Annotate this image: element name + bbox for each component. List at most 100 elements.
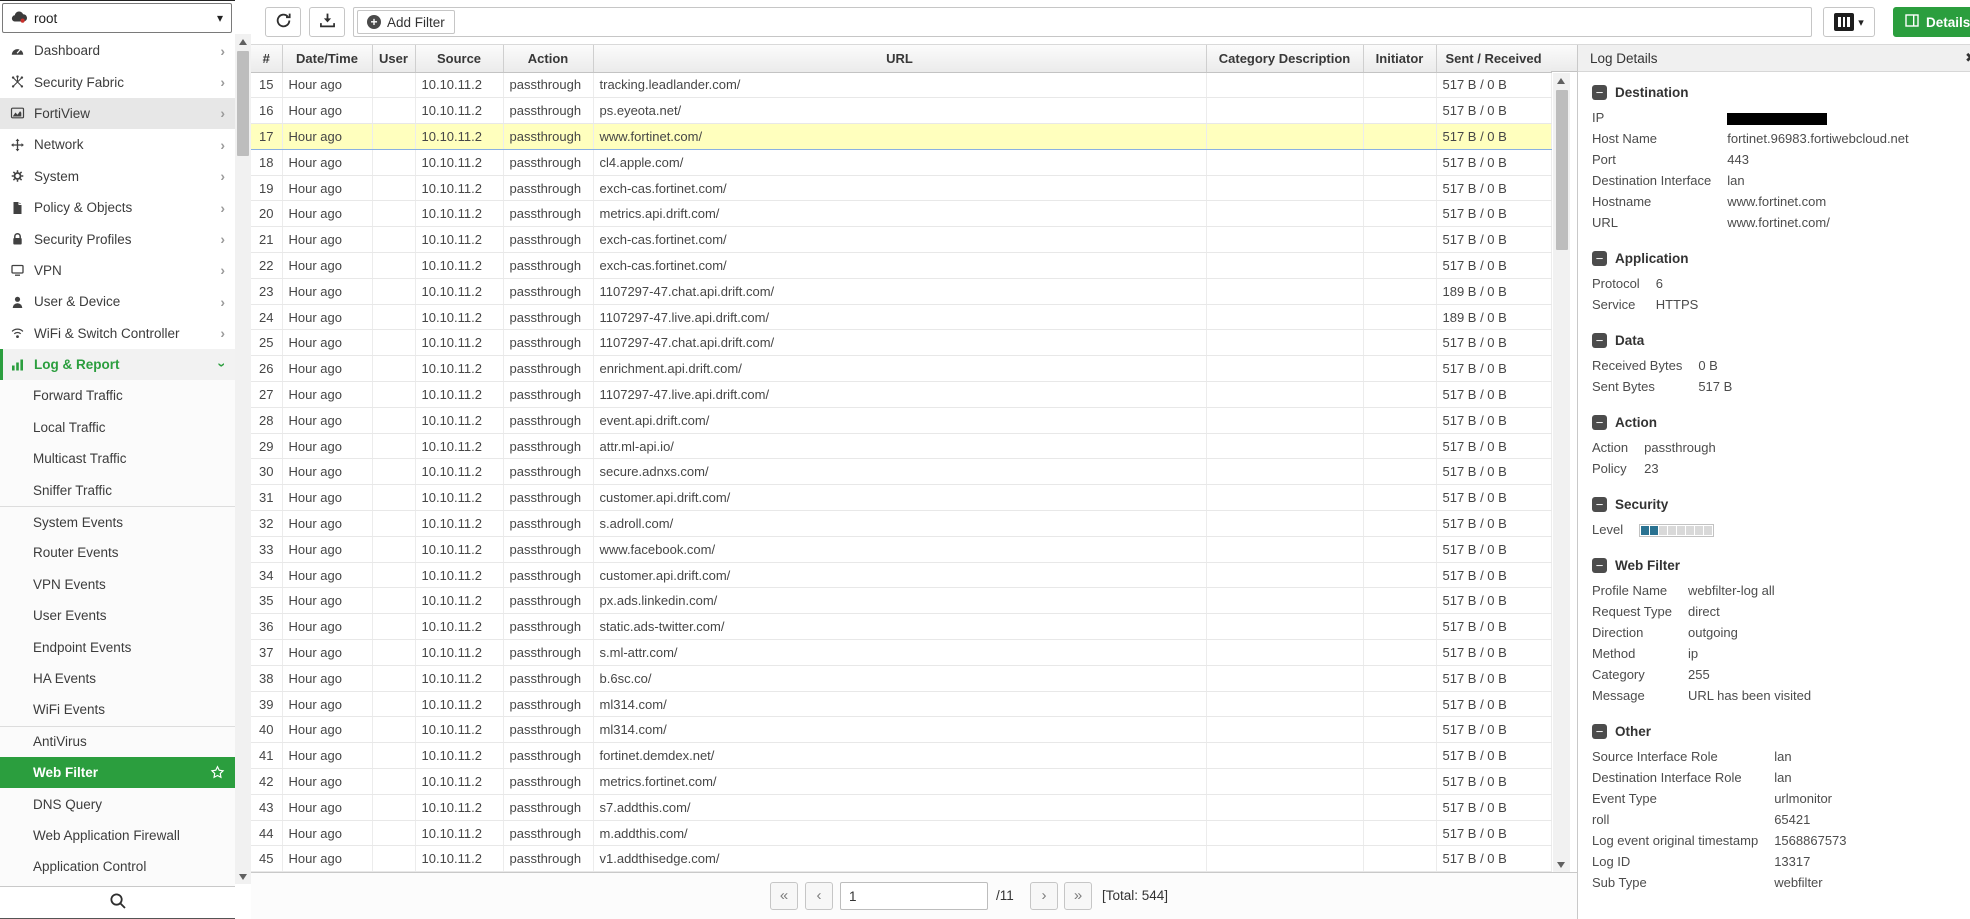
close-icon[interactable]: ✖ bbox=[1965, 50, 1970, 66]
cell-source: 10.10.11.2 bbox=[415, 691, 503, 717]
last-page-button[interactable]: » bbox=[1064, 882, 1092, 910]
column-header-action[interactable]: Action bbox=[503, 45, 593, 72]
next-page-button[interactable]: › bbox=[1030, 882, 1058, 910]
sidebar-item-policy-objects[interactable]: Policy & Objects› bbox=[0, 192, 235, 223]
sidebar-item-vpn[interactable]: VPN› bbox=[0, 255, 235, 286]
sidebar-item-user-device[interactable]: User & Device› bbox=[0, 286, 235, 317]
column-header-url[interactable]: URL bbox=[593, 45, 1206, 72]
sidebar-item-system-events[interactable]: System Events bbox=[0, 506, 235, 537]
refresh-button[interactable] bbox=[265, 7, 301, 37]
scroll-down-arrow[interactable] bbox=[1553, 857, 1569, 872]
sidebar-item-application-control[interactable]: Application Control bbox=[0, 851, 235, 882]
sidebar-item-network[interactable]: Network› bbox=[0, 129, 235, 160]
sidebar-scrollbar[interactable] bbox=[235, 34, 251, 884]
table-row[interactable]: 23Hour ago10.10.11.2passthrough1107297-4… bbox=[251, 278, 1551, 304]
table-scrollbar[interactable] bbox=[1553, 73, 1570, 872]
table-row[interactable]: 38Hour ago10.10.11.2passthroughb.6sc.co/… bbox=[251, 665, 1551, 691]
first-page-button[interactable]: « bbox=[770, 882, 798, 910]
table-row[interactable]: 20Hour ago10.10.11.2passthroughmetrics.a… bbox=[251, 201, 1551, 227]
table-row[interactable]: 35Hour ago10.10.11.2passthroughpx.ads.li… bbox=[251, 588, 1551, 614]
sidebar-item-endpoint-events[interactable]: Endpoint Events bbox=[0, 631, 235, 662]
column-header-user[interactable]: User bbox=[372, 45, 415, 72]
vdom-selector[interactable]: root ▾ bbox=[2, 3, 232, 33]
table-row[interactable]: 30Hour ago10.10.11.2passthroughsecure.ad… bbox=[251, 459, 1551, 485]
table-row[interactable]: 39Hour ago10.10.11.2passthroughml314.com… bbox=[251, 691, 1551, 717]
add-filter-button[interactable]: + Add Filter bbox=[357, 10, 455, 34]
details-button[interactable]: Details bbox=[1893, 7, 1970, 37]
table-row[interactable]: 16Hour ago10.10.11.2passthroughps.eyeota… bbox=[251, 98, 1551, 124]
sidebar-item-fortiview[interactable]: FortiView› bbox=[0, 98, 235, 129]
column-header-initiator[interactable]: Initiator bbox=[1363, 45, 1436, 72]
column-header-date-time[interactable]: Date/Time bbox=[282, 45, 372, 72]
cell-sent-received: 517 B / 0 B bbox=[1436, 846, 1551, 872]
table-row-selected[interactable]: 17Hour ago10.10.11.2passthroughwww.forti… bbox=[251, 124, 1551, 150]
collapse-icon[interactable]: − bbox=[1592, 724, 1607, 739]
sidebar-item-antivirus[interactable]: AntiVirus bbox=[0, 726, 235, 757]
page-input[interactable] bbox=[840, 882, 988, 910]
sidebar-item-ha-events[interactable]: HA Events bbox=[0, 663, 235, 694]
sidebar-item-sniffer-traffic[interactable]: Sniffer Traffic bbox=[0, 474, 235, 505]
sidebar-search[interactable] bbox=[0, 886, 235, 919]
collapse-icon[interactable]: − bbox=[1592, 251, 1607, 266]
sidebar-item-dashboard[interactable]: Dashboard› bbox=[0, 35, 235, 66]
table-row[interactable]: 44Hour ago10.10.11.2passthroughm.addthis… bbox=[251, 820, 1551, 846]
prev-page-button[interactable]: ‹ bbox=[805, 882, 833, 910]
table-row[interactable]: 41Hour ago10.10.11.2passthroughfortinet.… bbox=[251, 743, 1551, 769]
star-icon[interactable] bbox=[210, 765, 225, 780]
column-header-source[interactable]: Source bbox=[415, 45, 503, 72]
scroll-up-arrow[interactable] bbox=[235, 34, 251, 49]
table-row[interactable]: 21Hour ago10.10.11.2passthroughexch-cas.… bbox=[251, 227, 1551, 253]
column-header-[interactable]: # bbox=[251, 45, 282, 72]
collapse-icon[interactable]: − bbox=[1592, 497, 1607, 512]
table-row[interactable]: 42Hour ago10.10.11.2passthroughmetrics.f… bbox=[251, 769, 1551, 795]
sidebar-item-security-profiles[interactable]: Security Profiles› bbox=[0, 223, 235, 254]
collapse-icon[interactable]: − bbox=[1592, 415, 1607, 430]
table-row[interactable]: 26Hour ago10.10.11.2passthroughenrichmen… bbox=[251, 356, 1551, 382]
scroll-thumb[interactable] bbox=[237, 51, 249, 156]
sidebar-item-wifi-events[interactable]: WiFi Events bbox=[0, 694, 235, 725]
table-row[interactable]: 34Hour ago10.10.11.2passthroughcustomer.… bbox=[251, 562, 1551, 588]
table-row[interactable]: 27Hour ago10.10.11.2passthrough1107297-4… bbox=[251, 382, 1551, 408]
sidebar-item-forward-traffic[interactable]: Forward Traffic bbox=[0, 380, 235, 411]
table-row[interactable]: 18Hour ago10.10.11.2passthroughcl4.apple… bbox=[251, 149, 1551, 175]
table-row[interactable]: 33Hour ago10.10.11.2passthroughwww.faceb… bbox=[251, 536, 1551, 562]
sidebar-item-user-events[interactable]: User Events bbox=[0, 600, 235, 631]
sidebar-item-local-traffic[interactable]: Local Traffic bbox=[0, 412, 235, 443]
table-row[interactable]: 40Hour ago10.10.11.2passthroughml314.com… bbox=[251, 717, 1551, 743]
collapse-icon[interactable]: − bbox=[1592, 85, 1607, 100]
sidebar-item-multicast-traffic[interactable]: Multicast Traffic bbox=[0, 443, 235, 474]
table-row[interactable]: 19Hour ago10.10.11.2passthroughexch-cas.… bbox=[251, 175, 1551, 201]
sidebar-item-router-events[interactable]: Router Events bbox=[0, 537, 235, 568]
table-row[interactable]: 24Hour ago10.10.11.2passthrough1107297-4… bbox=[251, 304, 1551, 330]
sidebar-item-system[interactable]: System› bbox=[0, 161, 235, 192]
table-row[interactable]: 45Hour ago10.10.11.2passthroughv1.addthi… bbox=[251, 846, 1551, 872]
table-row[interactable]: 25Hour ago10.10.11.2passthrough1107297-4… bbox=[251, 330, 1551, 356]
collapse-icon[interactable]: − bbox=[1592, 333, 1607, 348]
sidebar-item-web-application-firewall[interactable]: Web Application Firewall bbox=[0, 820, 235, 851]
table-row[interactable]: 29Hour ago10.10.11.2passthroughattr.ml-a… bbox=[251, 433, 1551, 459]
sidebar-item-security-fabric[interactable]: Security Fabric› bbox=[0, 66, 235, 97]
scroll-thumb[interactable] bbox=[1556, 90, 1568, 250]
sidebar-item-log-report[interactable]: Log & Report› bbox=[0, 349, 235, 380]
table-row[interactable]: 22Hour ago10.10.11.2passthroughexch-cas.… bbox=[251, 253, 1551, 279]
scroll-down-arrow[interactable] bbox=[235, 869, 251, 884]
sidebar-item-vpn-events[interactable]: VPN Events bbox=[0, 569, 235, 600]
download-button[interactable] bbox=[309, 7, 345, 37]
filter-bar[interactable]: + Add Filter bbox=[353, 7, 1812, 37]
column-settings-button[interactable]: ▾ bbox=[1823, 7, 1875, 37]
sidebar-item-web-filter[interactable]: Web Filter bbox=[0, 757, 235, 788]
table-row[interactable]: 32Hour ago10.10.11.2passthroughs.adroll.… bbox=[251, 511, 1551, 537]
table-row[interactable]: 37Hour ago10.10.11.2passthroughs.ml-attr… bbox=[251, 640, 1551, 666]
scroll-up-arrow[interactable] bbox=[1553, 73, 1569, 88]
collapse-icon[interactable]: − bbox=[1592, 558, 1607, 573]
column-header-category-description[interactable]: Category Description bbox=[1206, 45, 1363, 72]
table-row[interactable]: 31Hour ago10.10.11.2passthroughcustomer.… bbox=[251, 485, 1551, 511]
sidebar-item-wifi-switch-controller[interactable]: WiFi & Switch Controller› bbox=[0, 318, 235, 349]
sidebar-item-dns-query[interactable]: DNS Query bbox=[0, 788, 235, 819]
table-row[interactable]: 36Hour ago10.10.11.2passthroughstatic.ad… bbox=[251, 614, 1551, 640]
column-header-sent-received[interactable]: Sent / Received bbox=[1436, 45, 1551, 72]
table-row[interactable]: 28Hour ago10.10.11.2passthroughevent.api… bbox=[251, 407, 1551, 433]
cell-num: 45 bbox=[251, 846, 282, 872]
table-row[interactable]: 43Hour ago10.10.11.2passthroughs7.addthi… bbox=[251, 794, 1551, 820]
table-row[interactable]: 15Hour ago10.10.11.2passthroughtracking.… bbox=[251, 72, 1551, 98]
